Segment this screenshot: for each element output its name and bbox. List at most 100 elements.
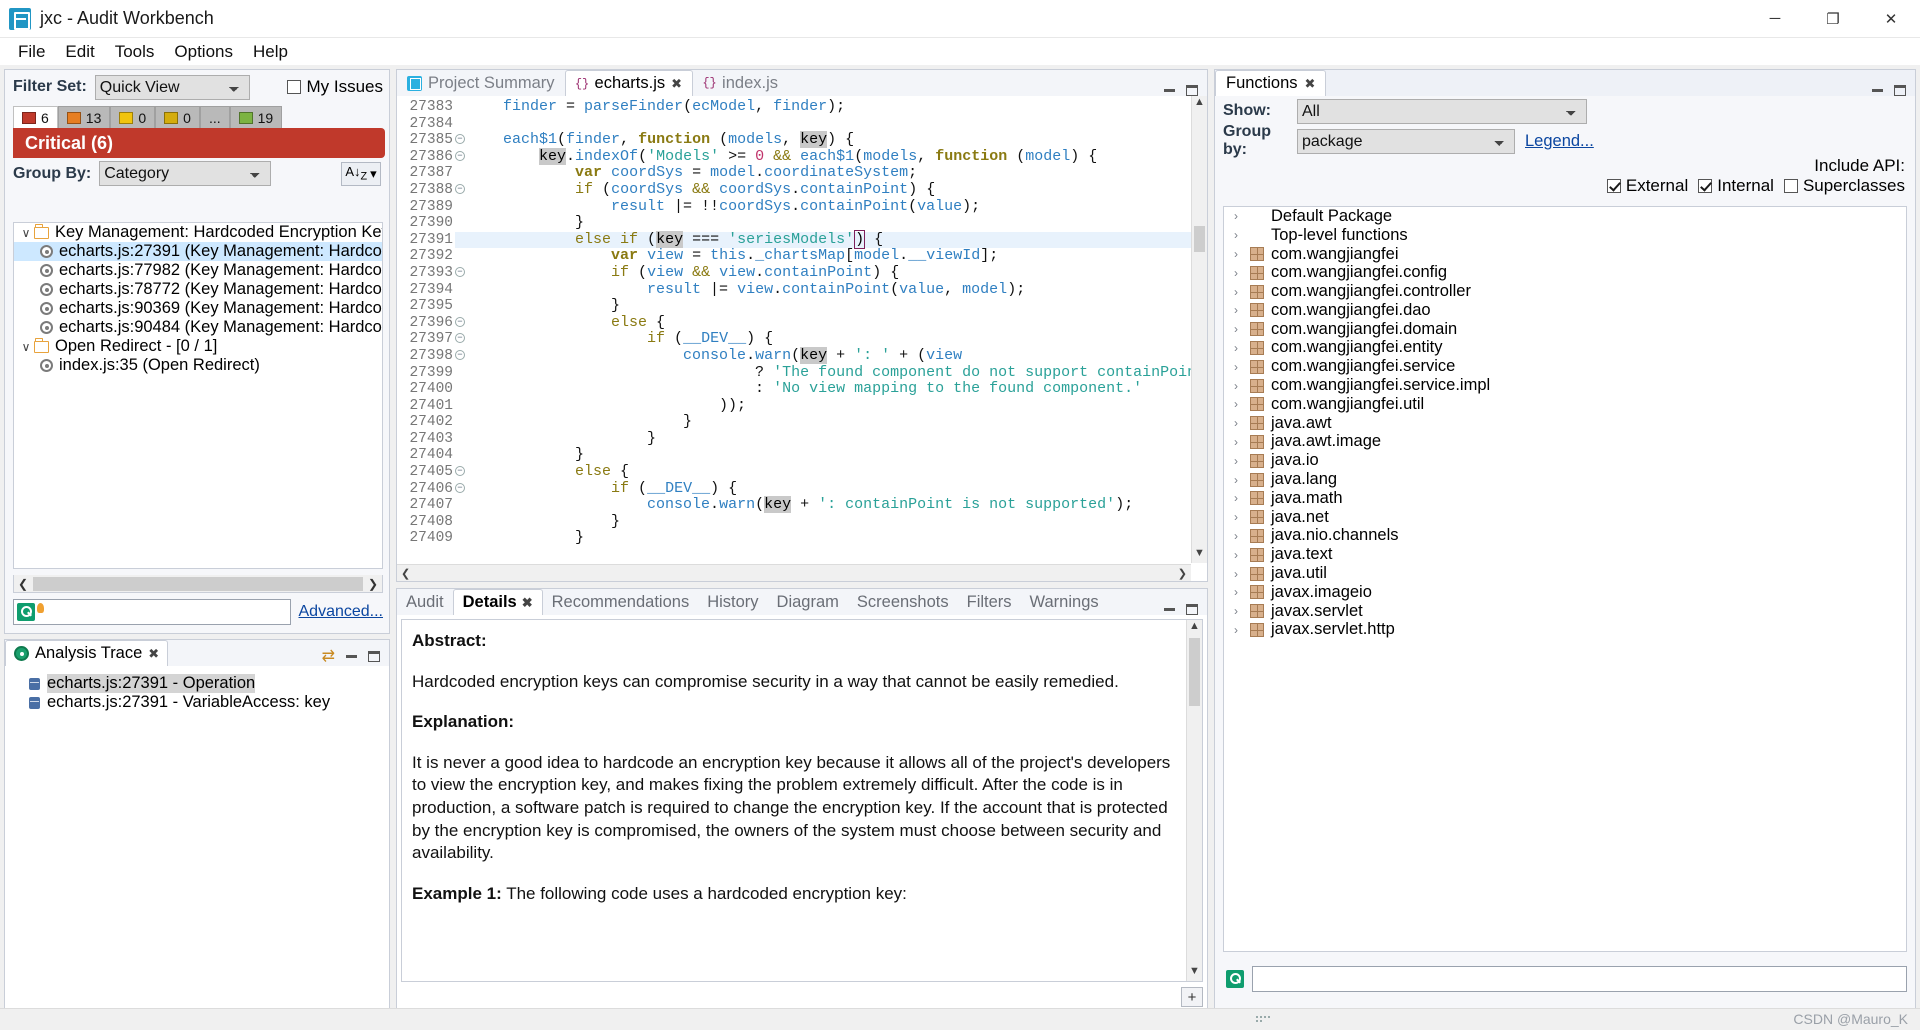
table-row[interactable]: index.js:35 (Open Redirect): [14, 356, 382, 375]
code-line[interactable]: if (__DEV__) {: [455, 331, 1207, 348]
menu-file[interactable]: File: [8, 39, 55, 65]
maximize-icon[interactable]: [368, 650, 380, 662]
tab-warnings[interactable]: Warnings: [1021, 589, 1108, 615]
chevron-right-icon[interactable]: ›: [1234, 379, 1250, 393]
severity-tab-4[interactable]: ...: [199, 106, 230, 128]
code-line[interactable]: [455, 116, 1207, 133]
code-line[interactable]: each$1(finder, function (models, key) {: [455, 131, 1207, 149]
maximize-icon[interactable]: [1186, 85, 1198, 96]
package-row[interactable]: › javax.imageio: [1224, 583, 1906, 602]
tab-history[interactable]: History: [698, 589, 767, 615]
issue-tree-hscrollbar[interactable]: ❮ ❯: [13, 575, 383, 593]
code-line[interactable]: else {: [455, 314, 1207, 332]
table-row[interactable]: echarts.js:90369 (Key Management: Hardco…: [14, 299, 382, 318]
tab-screenshots[interactable]: Screenshots: [848, 589, 958, 615]
scroll-right-icon[interactable]: ❯: [364, 577, 382, 591]
checkbox-superclasses[interactable]: Superclasses: [1783, 176, 1905, 196]
chevron-right-icon[interactable]: ›: [1234, 548, 1250, 562]
severity-tab-1[interactable]: 13: [57, 106, 111, 128]
code-line[interactable]: console.warn(key + ': containPoint is no…: [455, 496, 1207, 514]
package-row[interactable]: › java.awt: [1224, 414, 1906, 433]
chevron-right-icon[interactable]: ›: [1234, 623, 1250, 637]
chevron-right-icon[interactable]: ›: [1234, 416, 1250, 430]
package-row[interactable]: › java.util: [1224, 564, 1906, 583]
close-icon[interactable]: ✖: [671, 76, 682, 92]
package-row[interactable]: › java.net: [1224, 508, 1906, 527]
sort-button[interactable]: A↓Z ▾: [341, 161, 381, 186]
my-issues-toggle[interactable]: My Issues: [287, 77, 383, 97]
maximize-icon[interactable]: [1186, 604, 1198, 615]
close-button[interactable]: ✕: [1862, 0, 1920, 38]
package-row[interactable]: › java.awt.image: [1224, 432, 1906, 452]
minimize-icon[interactable]: [1164, 89, 1175, 92]
code-line[interactable]: else {: [455, 463, 1207, 481]
package-row[interactable]: › com.wangjiangfei.service.impl: [1224, 376, 1906, 395]
issue-tree[interactable]: ∨ Key Management: Hardcoded Encryption Ke…: [13, 222, 383, 569]
severity-tab-2[interactable]: 0: [110, 106, 156, 128]
checkbox-external[interactable]: External: [1606, 176, 1688, 196]
package-row[interactable]: › com.wangjiangfei.entity: [1224, 338, 1906, 358]
checkbox-box[interactable]: [1698, 179, 1713, 193]
functions-tree[interactable]: › Default Package › Top-level functions › com…: [1223, 206, 1907, 952]
scroll-right-icon[interactable]: ❯: [1178, 567, 1187, 580]
minimize-icon[interactable]: [1164, 608, 1175, 611]
code-line[interactable]: result |= view.containPoint(value, model…: [455, 281, 1207, 299]
code-line[interactable]: }: [455, 447, 1207, 464]
tab-functions[interactable]: Functions ✖: [1215, 70, 1327, 96]
package-row[interactable]: › com.wangjiangfei.domain: [1224, 320, 1906, 339]
tab-filters[interactable]: Filters: [958, 589, 1021, 615]
chevron-right-icon[interactable]: ›: [1234, 341, 1250, 355]
package-row[interactable]: › com.wangjiangfei.controller: [1224, 282, 1906, 301]
chevron-right-icon[interactable]: ›: [1234, 529, 1250, 543]
list-item[interactable]: echarts.js:27391 - VariableAccess: key: [5, 693, 389, 712]
minimize-icon[interactable]: [1872, 89, 1883, 92]
tab-audit[interactable]: Audit: [397, 589, 453, 615]
code-line[interactable]: ? 'The found component do not support co…: [455, 364, 1207, 382]
code-line[interactable]: console.warn(key + ': ' + (view: [455, 346, 1207, 365]
chevron-right-icon[interactable]: ›: [1234, 397, 1250, 411]
resize-gripper[interactable]: [1255, 1015, 1271, 1024]
checkbox-box[interactable]: [1606, 179, 1621, 193]
show-select[interactable]: All: [1297, 98, 1587, 124]
minimize-icon[interactable]: [346, 654, 357, 658]
scroll-up-icon[interactable]: ▲: [1192, 96, 1207, 112]
code-line[interactable]: : 'No view mapping to the found componen…: [455, 380, 1207, 398]
checkbox-box[interactable]: [1783, 179, 1798, 193]
close-icon[interactable]: ✖: [148, 646, 159, 662]
chevron-right-icon[interactable]: ›: [1234, 604, 1250, 618]
chevron-right-icon[interactable]: ›: [1234, 491, 1250, 505]
tab-project-summary[interactable]: Project Summary: [397, 70, 565, 96]
package-row[interactable]: › com.wangjiangfei: [1224, 245, 1906, 264]
issue-group-row[interactable]: ∨ Open Redirect - [0 / 1]: [14, 337, 382, 356]
package-row[interactable]: › com.wangjiangfei.dao: [1224, 301, 1906, 320]
package-row[interactable]: › com.wangjiangfei.service: [1224, 357, 1906, 376]
details-vscrollbar[interactable]: ▲ ▼: [1186, 620, 1202, 981]
chevron-right-icon[interactable]: ›: [1234, 360, 1250, 374]
code-line[interactable]: }: [455, 530, 1207, 547]
code-line[interactable]: }: [455, 297, 1207, 315]
maximize-icon[interactable]: [1894, 85, 1906, 96]
scroll-left-icon[interactable]: ❮: [401, 567, 410, 580]
editor-hscrollbar[interactable]: ❮ ❯: [397, 564, 1191, 581]
code-line[interactable]: }: [455, 214, 1207, 232]
chevron-right-icon[interactable]: ›: [1234, 285, 1250, 299]
package-row[interactable]: › java.text: [1224, 545, 1906, 564]
code-line[interactable]: finder = parseFinder(ecModel, finder);: [455, 98, 1207, 116]
vscroll-thumb[interactable]: [1194, 226, 1205, 252]
tab-recommendations[interactable]: Recommendations: [543, 589, 699, 615]
chevron-right-icon[interactable]: ›: [1234, 303, 1250, 317]
chevron-right-icon[interactable]: ›: [1234, 228, 1250, 242]
menu-edit[interactable]: Edit: [55, 39, 104, 65]
code-line[interactable]: if (coordSys && coordSys.containPoint) {: [455, 181, 1207, 199]
vscroll-thumb[interactable]: [1189, 638, 1200, 706]
issue-search-box[interactable]: [13, 599, 291, 625]
code-line[interactable]: }: [455, 513, 1207, 531]
chevron-right-icon[interactable]: ›: [1234, 209, 1250, 223]
package-row[interactable]: › com.wangjiangfei.util: [1224, 395, 1906, 414]
scroll-left-icon[interactable]: ❮: [14, 577, 32, 591]
search-input[interactable]: [44, 602, 290, 622]
table-row[interactable]: echarts.js:77982 (Key Management: Hardco…: [14, 261, 382, 280]
code-line[interactable]: if (view && view.containPoint) {: [455, 264, 1207, 282]
advanced-link[interactable]: Advanced...: [299, 603, 384, 621]
chevron-right-icon[interactable]: ›: [1234, 454, 1250, 468]
